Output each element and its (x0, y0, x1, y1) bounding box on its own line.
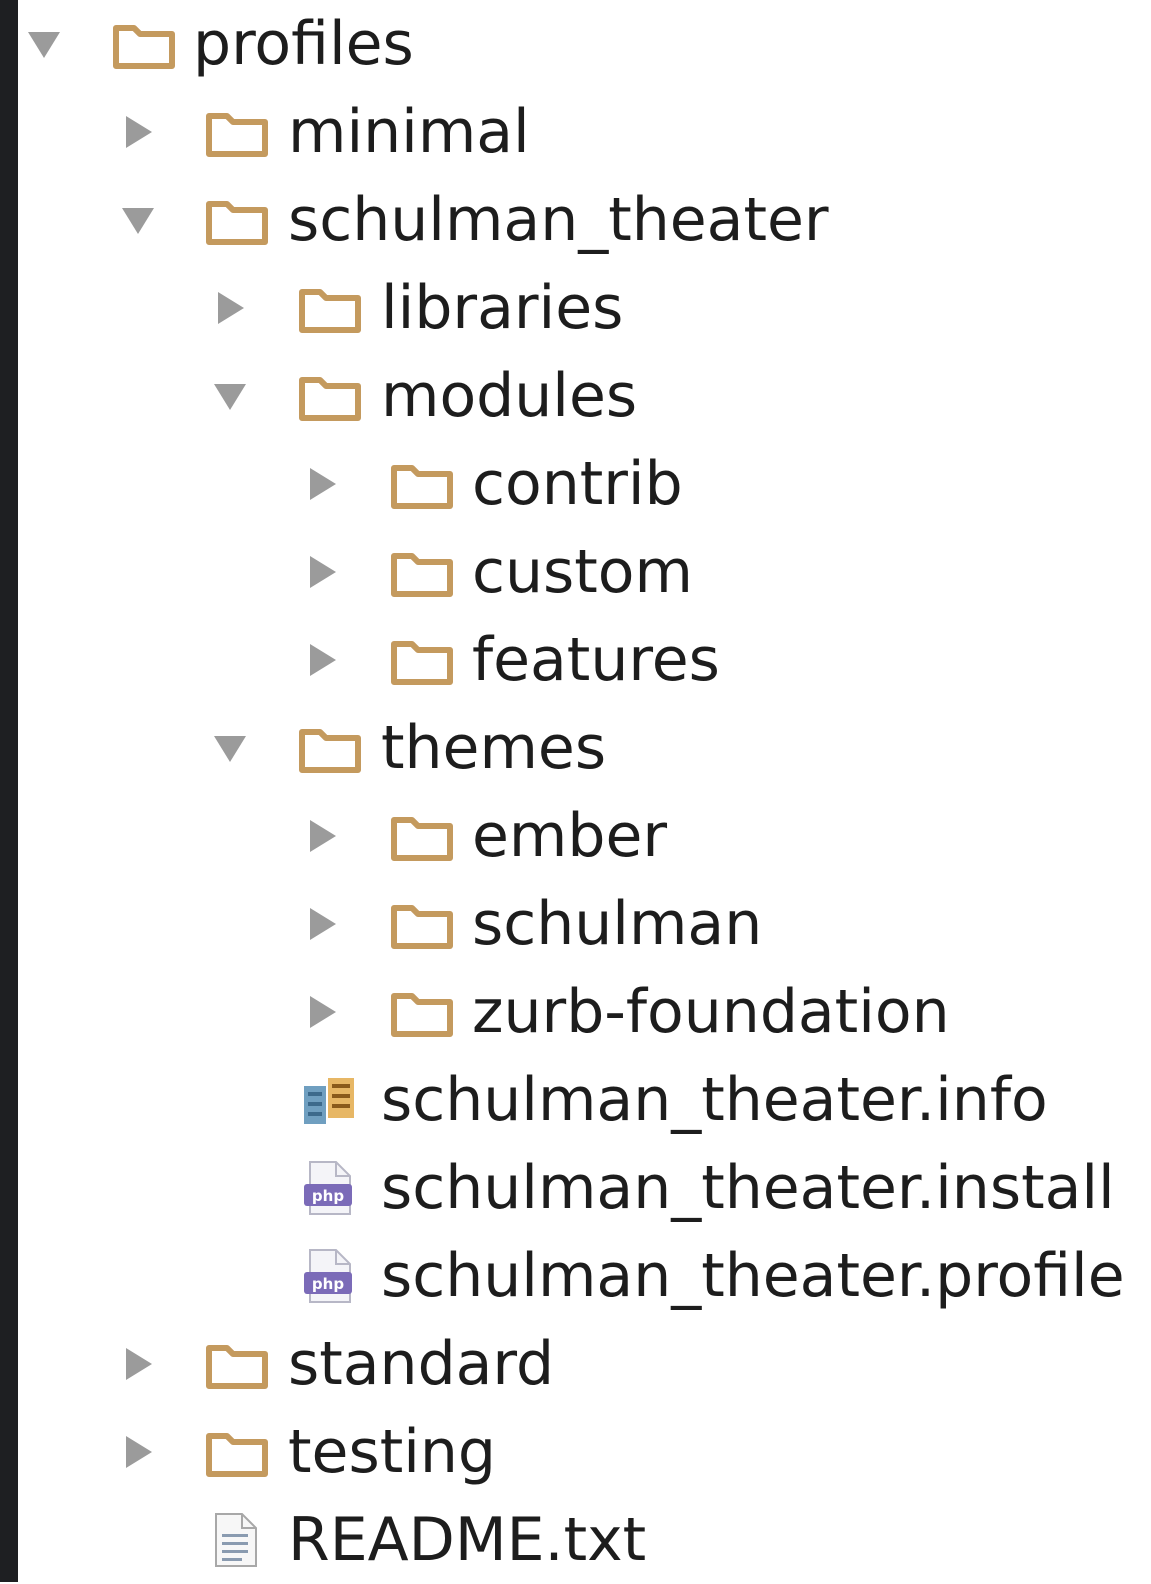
tree-label: schulman_theater.profile (381, 1241, 1125, 1311)
folder-icon (205, 1336, 269, 1392)
tree-row-profiles[interactable]: profiles (0, 0, 1151, 88)
disclosure-expanded-icon[interactable] (210, 376, 250, 416)
tree-label: testing (288, 1417, 497, 1487)
tree-label: libraries (381, 273, 624, 343)
tree-label: themes (381, 713, 607, 783)
folder-icon (205, 192, 269, 248)
disclosure-collapsed-icon[interactable] (302, 816, 342, 856)
tree-row-schulman[interactable]: schulman (0, 880, 1151, 968)
disclosure-collapsed-icon[interactable] (118, 1344, 158, 1384)
info-file-icon (300, 1072, 364, 1128)
folder-icon (298, 368, 362, 424)
tree-row-profile-file[interactable]: php schulman_theater.profile (0, 1232, 1151, 1320)
folder-icon (205, 1424, 269, 1480)
tree-row-ember[interactable]: ember (0, 792, 1151, 880)
tree-label: schulman_theater.install (381, 1153, 1115, 1223)
folder-icon (390, 456, 454, 512)
tree-label: modules (381, 361, 638, 431)
tree-row-contrib[interactable]: contrib (0, 440, 1151, 528)
text-file-icon (208, 1512, 272, 1568)
tree-row-testing[interactable]: testing (0, 1408, 1151, 1496)
tree-label: contrib (472, 449, 683, 519)
disclosure-collapsed-icon[interactable] (118, 1432, 158, 1472)
tree-label: standard (288, 1329, 555, 1399)
tree-label: profiles (193, 9, 414, 79)
tree-row-features[interactable]: features (0, 616, 1151, 704)
tree-row-libraries[interactable]: libraries (0, 264, 1151, 352)
folder-icon (112, 16, 176, 72)
tree-label: ember (472, 801, 668, 871)
php-file-icon: php (300, 1160, 364, 1216)
disclosure-expanded-icon[interactable] (24, 24, 64, 64)
tree-row-schulman-theater[interactable]: schulman_theater (0, 176, 1151, 264)
disclosure-collapsed-icon[interactable] (302, 640, 342, 680)
tree-row-themes[interactable]: themes (0, 704, 1151, 792)
disclosure-expanded-icon[interactable] (118, 200, 158, 240)
disclosure-collapsed-icon[interactable] (302, 464, 342, 504)
tree-row-minimal[interactable]: minimal (0, 88, 1151, 176)
disclosure-collapsed-icon[interactable] (302, 904, 342, 944)
folder-icon (205, 104, 269, 160)
tree-label: features (472, 625, 720, 695)
folder-icon (390, 896, 454, 952)
tree-row-install-file[interactable]: php schulman_theater.install (0, 1144, 1151, 1232)
folder-icon (390, 984, 454, 1040)
tree-row-custom[interactable]: custom (0, 528, 1151, 616)
folder-icon (298, 720, 362, 776)
tree-row-modules[interactable]: modules (0, 352, 1151, 440)
tree-label: README.txt (288, 1505, 647, 1575)
svg-text:php: php (312, 1275, 344, 1293)
disclosure-collapsed-icon[interactable] (210, 288, 250, 328)
disclosure-collapsed-icon[interactable] (302, 992, 342, 1032)
tree-row-standard[interactable]: standard (0, 1320, 1151, 1408)
folder-icon (390, 544, 454, 600)
disclosure-collapsed-icon[interactable] (118, 112, 158, 152)
tree-label: schulman (472, 889, 763, 959)
folder-icon (298, 280, 362, 336)
tree-label: schulman_theater.info (381, 1065, 1048, 1135)
tree-label: minimal (288, 97, 530, 167)
tree-row-info-file[interactable]: schulman_theater.info (0, 1056, 1151, 1144)
disclosure-collapsed-icon[interactable] (302, 552, 342, 592)
tree-row-zurb-foundation[interactable]: zurb-foundation (0, 968, 1151, 1056)
tree-label: schulman_theater (288, 185, 829, 255)
tree-row-readme[interactable]: README.txt (0, 1496, 1151, 1584)
disclosure-expanded-icon[interactable] (210, 728, 250, 768)
svg-text:php: php (312, 1187, 344, 1205)
tree-label: custom (472, 537, 693, 607)
folder-icon (390, 632, 454, 688)
file-tree: profiles minimal schulman_theater librar… (0, 0, 1151, 1582)
folder-icon (390, 808, 454, 864)
tree-label: zurb-foundation (472, 977, 950, 1047)
php-file-icon: php (300, 1248, 364, 1304)
